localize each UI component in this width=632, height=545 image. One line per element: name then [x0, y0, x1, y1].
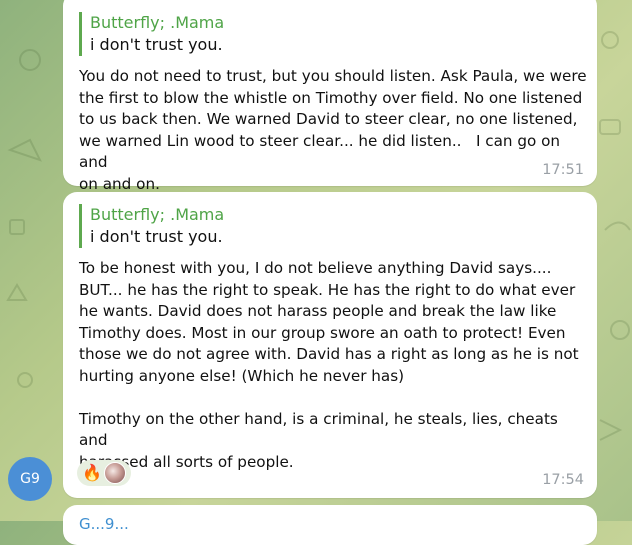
message-time: 17:54 — [542, 472, 584, 488]
message-text: You do not need to trust, but you should… — [79, 67, 587, 193]
reply-quote[interactable]: Butterfly; .Mama i don't trust you. — [79, 204, 224, 248]
message-bubble[interactable]: Butterfly; .Mama i don't trust you. To b… — [63, 192, 597, 498]
reactions-bar[interactable]: 🔥 — [77, 460, 131, 486]
sender-name-partial: G...9... — [79, 515, 129, 533]
reply-quote[interactable]: Butterfly; .Mama i don't trust you. — [79, 12, 224, 56]
avatar-initials: G9 — [20, 471, 40, 487]
message-text: To be honest with you, I do not believe … — [79, 259, 579, 471]
message-bubble-partial[interactable]: G...9... — [63, 505, 597, 545]
reactor-avatar-icon[interactable] — [103, 462, 126, 484]
reply-sender-name: Butterfly; .Mama — [90, 205, 225, 224]
fire-reaction-icon[interactable]: 🔥 — [82, 465, 102, 481]
reply-sender-name: Butterfly; .Mama — [90, 13, 225, 32]
reply-quoted-text: i don't trust you. — [90, 227, 223, 246]
message-time: 17:51 — [542, 162, 584, 178]
sender-avatar[interactable]: G9 — [8, 457, 52, 501]
reply-quoted-text: i don't trust you. — [90, 35, 223, 54]
message-bubble[interactable]: Butterfly; .Mama i don't trust you. You … — [63, 0, 597, 193]
